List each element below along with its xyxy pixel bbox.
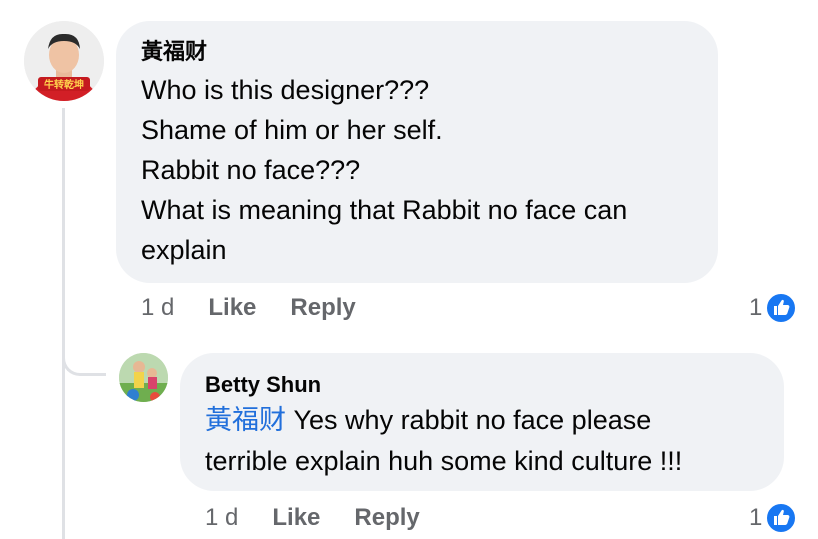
comment-timestamp[interactable]: 1 d (141, 294, 174, 322)
reply-author[interactable]: Betty Shun (205, 370, 760, 400)
comment-bubble: 黃福财 Who is this designer??? Shame of him… (116, 21, 718, 283)
reply-actions: 1 d Like Reply (205, 500, 454, 536)
profile-photo: 牛转乾坤 (24, 21, 104, 101)
svg-text:牛转乾坤: 牛转乾坤 (44, 78, 84, 91)
thumbs-up-icon (765, 292, 798, 324)
comment-actions: 1 d Like Reply (141, 290, 390, 326)
reaction-count: 1 (749, 294, 763, 321)
reply-connector-line (62, 330, 106, 376)
reaction-summary[interactable]: 1 (749, 290, 798, 326)
reply-bubble: Betty Shun 黃福财 Yes why rabbit no face pl… (180, 353, 784, 491)
thumbs-up-icon (765, 502, 798, 534)
reply-button[interactable]: Reply (290, 294, 355, 322)
comment-author[interactable]: 黃福财 (141, 37, 694, 67)
reply-timestamp[interactable]: 1 d (205, 504, 238, 532)
reaction-count: 1 (749, 504, 763, 531)
thread-line (62, 108, 65, 539)
mention-link[interactable]: 黃福财 (205, 405, 286, 435)
reply-text: 黃福财 Yes why rabbit no face please terrib… (205, 400, 760, 482)
like-button[interactable]: Like (208, 294, 256, 322)
avatar[interactable] (119, 353, 168, 402)
like-button[interactable]: Like (272, 504, 320, 532)
profile-photo (119, 353, 168, 402)
reaction-summary[interactable]: 1 (749, 500, 798, 536)
avatar[interactable]: 牛转乾坤 (24, 21, 104, 101)
reply-button[interactable]: Reply (354, 504, 419, 532)
comment-text: Who is this designer??? Shame of him or … (141, 75, 628, 265)
comment-thread: 牛转乾坤 黃福财 Who is this designer??? Shame o… (0, 0, 818, 539)
